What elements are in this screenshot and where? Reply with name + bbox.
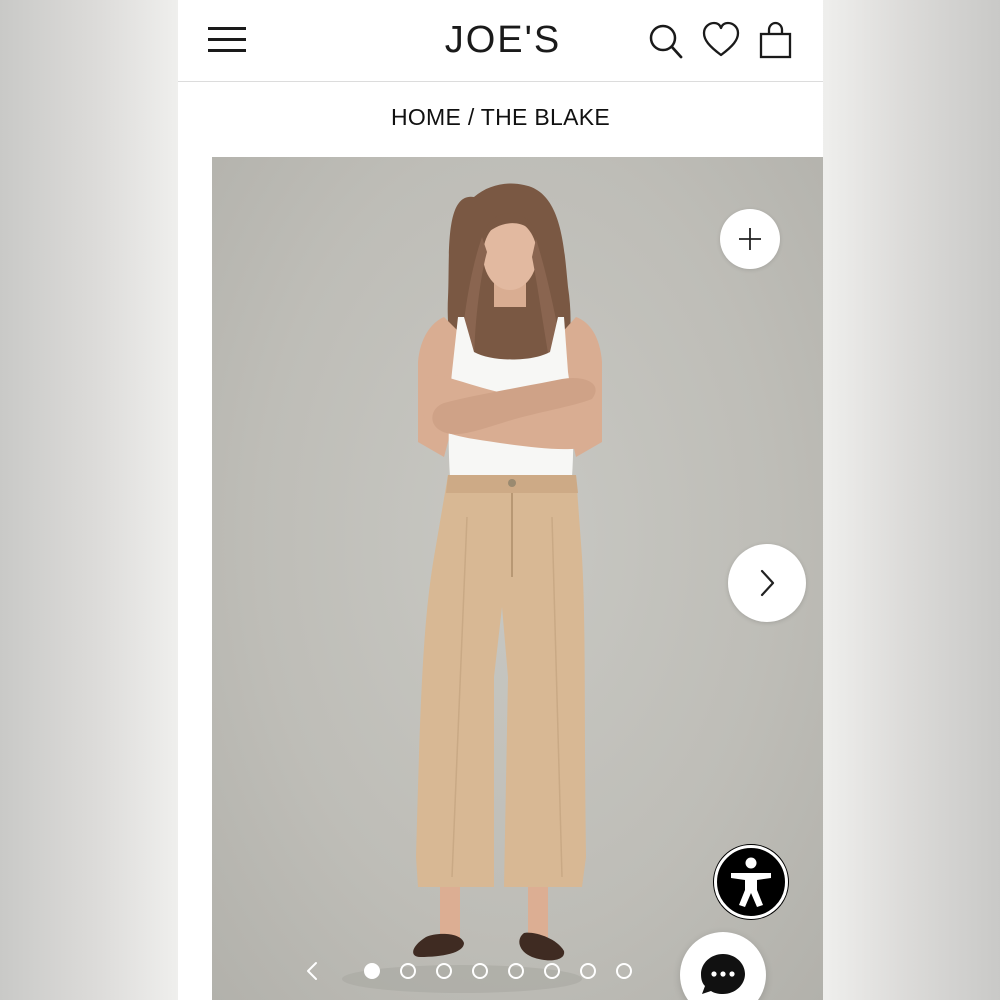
chevron-right-icon xyxy=(760,569,775,597)
previous-image-button[interactable] xyxy=(300,957,324,985)
pagination-dot[interactable] xyxy=(472,963,488,979)
heart-icon xyxy=(702,21,740,57)
pagination-dot[interactable] xyxy=(508,963,524,979)
pagination-dot[interactable] xyxy=(400,963,416,979)
chat-bubble-icon xyxy=(701,954,745,994)
site-header: JOE'S xyxy=(178,0,823,82)
pagination-dot[interactable] xyxy=(616,963,632,979)
menu-icon-line xyxy=(208,38,246,41)
pagination-dot[interactable] xyxy=(580,963,596,979)
menu-button[interactable] xyxy=(208,24,246,56)
chat-button[interactable] xyxy=(680,932,766,1000)
menu-icon-line xyxy=(208,49,246,52)
wishlist-button[interactable] xyxy=(701,20,741,60)
breadcrumb-current: THE BLAKE xyxy=(480,104,611,130)
plus-icon xyxy=(739,228,761,250)
search-icon xyxy=(649,24,683,59)
mobile-page: JOE'S HOME / THE BLAKE xyxy=(178,0,823,1000)
search-button[interactable] xyxy=(646,20,686,60)
chevron-left-icon xyxy=(307,962,317,980)
pagination-dot[interactable] xyxy=(436,963,452,979)
breadcrumb: HOME / THE BLAKE xyxy=(178,104,823,131)
shopping-bag-icon xyxy=(759,21,792,59)
product-image-gallery[interactable] xyxy=(212,157,823,1000)
breadcrumb-home-link[interactable]: HOME xyxy=(391,104,461,130)
zoom-button[interactable] xyxy=(720,209,780,269)
next-image-button[interactable] xyxy=(728,544,806,622)
accessibility-icon xyxy=(731,857,771,907)
breadcrumb-separator: / xyxy=(461,104,481,130)
pagination-dot[interactable] xyxy=(364,963,380,979)
pagination-dot[interactable] xyxy=(544,963,560,979)
brand-logo[interactable]: JOE'S xyxy=(428,18,578,62)
menu-icon xyxy=(208,27,246,30)
cart-button[interactable] xyxy=(756,20,796,60)
accessibility-button[interactable] xyxy=(714,845,788,919)
